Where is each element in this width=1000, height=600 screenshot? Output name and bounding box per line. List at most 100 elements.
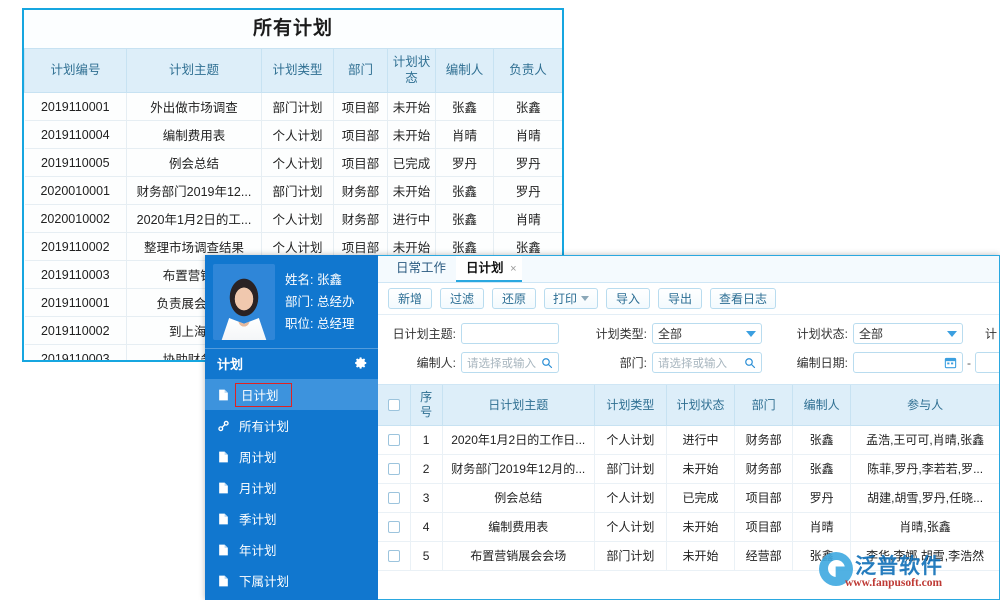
sidebar-item-label: 周计划 [239, 447, 277, 466]
search-icon[interactable] [541, 357, 553, 369]
all-plans-header-row: 计划编号计划主题计划类型部门计划状态编制人负责人 [25, 49, 563, 93]
sidebar-item-7[interactable]: 下属计划 [205, 565, 378, 596]
table-cell: 2019110003 [25, 345, 127, 363]
table-cell: 未开始 [388, 177, 436, 205]
table-row[interactable]: 5布置营销展会会场部门计划未开始经营部张鑫李华,李娜,胡雪,李浩然 [378, 541, 999, 570]
row-subject[interactable]: 例会总结 [442, 483, 594, 512]
table-cell: 个人计划 [262, 205, 334, 233]
chevron-down-icon [581, 296, 589, 301]
plans-grid: 序号日计划主题计划类型计划状态部门编制人参与人 12020年1月2日的工作日..… [378, 384, 999, 571]
row-dept: 财务部 [735, 454, 793, 483]
filter-status-select[interactable]: 全部 [853, 323, 963, 344]
toolbar-button-2[interactable]: 过滤 [440, 288, 484, 309]
filter-date: 编制日期: - [790, 352, 1000, 373]
toolbar-button-label: 导入 [616, 290, 640, 307]
table-row[interactable]: 2020010001财务部门2019年12...部门计划财务部未开始张鑫罗丹 [25, 177, 563, 205]
table-cell: 个人计划 [262, 121, 334, 149]
row-status: 进行中 [666, 425, 734, 454]
filter-date-end[interactable] [975, 352, 1000, 373]
tab-2[interactable]: 日计划× [456, 256, 522, 282]
row-checkbox-cell[interactable] [378, 541, 410, 570]
row-checkbox[interactable] [388, 550, 400, 562]
toolbar-button-5[interactable]: 导入 [606, 288, 650, 309]
filter-author-input[interactable]: 请选择或输入 [461, 352, 559, 373]
row-checkbox-cell[interactable] [378, 512, 410, 541]
table-row[interactable]: 2019110005例会总结个人计划项目部已完成罗丹罗丹 [25, 149, 563, 177]
sidebar-item-1[interactable]: 日计划 [205, 379, 378, 410]
toolbar-button-6[interactable]: 导出 [658, 288, 702, 309]
row-checkbox-cell[interactable] [378, 483, 410, 512]
sidebar-item-6[interactable]: 年计划 [205, 534, 378, 565]
all-plans-col-4: 计划状态 [388, 49, 436, 93]
filter-date-start[interactable] [853, 352, 963, 373]
toolbar-button-3[interactable]: 还原 [492, 288, 536, 309]
row-subject[interactable]: 编制费用表 [442, 512, 594, 541]
table-cell: 肖晴 [494, 121, 563, 149]
table-cell: 未开始 [388, 93, 436, 121]
row-checkbox[interactable] [388, 463, 400, 475]
row-type: 部门计划 [594, 541, 666, 570]
sidebar-item-5[interactable]: 季计划 [205, 503, 378, 534]
sidebar-item-4[interactable]: 月计划 [205, 472, 378, 503]
table-row[interactable]: 2财务部门2019年12月的...部门计划未开始财务部张鑫陈菲,罗丹,李若若,罗… [378, 454, 999, 483]
table-row[interactable]: 2019110001外出做市场调查部门计划项目部未开始张鑫张鑫 [25, 93, 563, 121]
filter-dept-placeholder: 请选择或输入 [658, 355, 740, 371]
all-plans-title: 所有计划 [24, 10, 562, 48]
plan-window: 姓名: 张鑫 部门: 总经办 职位: 总经理 计划 日计划所有计划周计划月计划季… [205, 255, 1000, 600]
document-icon [217, 512, 230, 526]
select-all-checkbox[interactable] [388, 399, 400, 411]
row-checkbox[interactable] [388, 434, 400, 446]
document-icon [217, 481, 230, 495]
row-checkbox[interactable] [388, 521, 400, 533]
gear-icon[interactable] [354, 356, 368, 370]
row-members: 胡建,胡雪,罗丹,任晓... [851, 483, 999, 512]
row-subject[interactable]: 布置营销展会会场 [442, 541, 594, 570]
all-plans-col-0: 计划编号 [25, 49, 127, 93]
filter-subject-input[interactable] [461, 323, 559, 344]
all-plans-col-1: 计划主题 [127, 49, 262, 93]
row-author: 张鑫 [793, 425, 851, 454]
toolbar-button-label: 导出 [668, 290, 692, 307]
user-profile: 姓名: 张鑫 部门: 总经办 职位: 总经理 [205, 255, 378, 348]
table-row[interactable]: 2019110004编制费用表个人计划项目部未开始肖晴肖晴 [25, 121, 563, 149]
row-members: 李华,李娜,胡雪,李浩然 [851, 541, 999, 570]
row-type: 个人计划 [594, 425, 666, 454]
table-cell: 2019110004 [25, 121, 127, 149]
filter-subject-label: 日计划主题: [386, 325, 456, 342]
plans-header-row: 序号日计划主题计划类型计划状态部门编制人参与人 [378, 385, 999, 425]
sidebar-menu: 日计划所有计划周计划月计划季计划年计划下属计划 [205, 379, 378, 596]
row-checkbox-cell[interactable] [378, 454, 410, 483]
row-checkbox-cell[interactable] [378, 425, 410, 454]
tab-1[interactable]: 日常工作 [386, 256, 456, 282]
toolbar-button-4[interactable]: 打印 [544, 288, 598, 309]
toolbar-button-1[interactable]: 新增 [388, 288, 432, 309]
sidebar-item-label: 所有计划 [239, 416, 289, 435]
row-checkbox[interactable] [388, 492, 400, 504]
row-status: 已完成 [666, 483, 734, 512]
toolbar-button-7[interactable]: 查看日志 [710, 288, 776, 309]
plans-col-3: 计划类型 [594, 385, 666, 425]
all-plans-col-5: 编制人 [436, 49, 494, 93]
sidebar-section-header: 计划 [205, 349, 378, 377]
sidebar-item-2[interactable]: 所有计划 [205, 410, 378, 441]
table-row[interactable]: 3例会总结个人计划已完成项目部罗丹胡建,胡雪,罗丹,任晓... [378, 483, 999, 512]
profile-dept: 部门: 总经办 [285, 291, 354, 313]
filter-author-placeholder: 请选择或输入 [467, 355, 537, 371]
sidebar-item-3[interactable]: 周计划 [205, 441, 378, 472]
table-cell: 进行中 [388, 205, 436, 233]
row-subject[interactable]: 2020年1月2日的工作日... [442, 425, 594, 454]
table-cell: 2019110002 [25, 317, 127, 345]
search-icon[interactable] [744, 357, 756, 369]
all-plans-col-2: 计划类型 [262, 49, 334, 93]
table-row[interactable]: 20200100022020年1月2日的工...个人计划财务部进行中张鑫肖晴 [25, 205, 563, 233]
filter-type-select[interactable]: 全部 [652, 323, 762, 344]
filter-dept-input[interactable]: 请选择或输入 [652, 352, 762, 373]
table-row[interactable]: 12020年1月2日的工作日...个人计划进行中财务部张鑫孟浩,王可可,肖晴,张… [378, 425, 999, 454]
row-type: 个人计划 [594, 512, 666, 541]
close-icon[interactable]: × [510, 257, 516, 282]
table-row[interactable]: 4编制费用表个人计划未开始项目部肖晴肖晴,张鑫 [378, 512, 999, 541]
row-subject[interactable]: 财务部门2019年12月的... [442, 454, 594, 483]
calendar-icon[interactable] [944, 356, 957, 369]
plans-col-6: 编制人 [793, 385, 851, 425]
table-cell: 2019110002 [25, 233, 127, 261]
